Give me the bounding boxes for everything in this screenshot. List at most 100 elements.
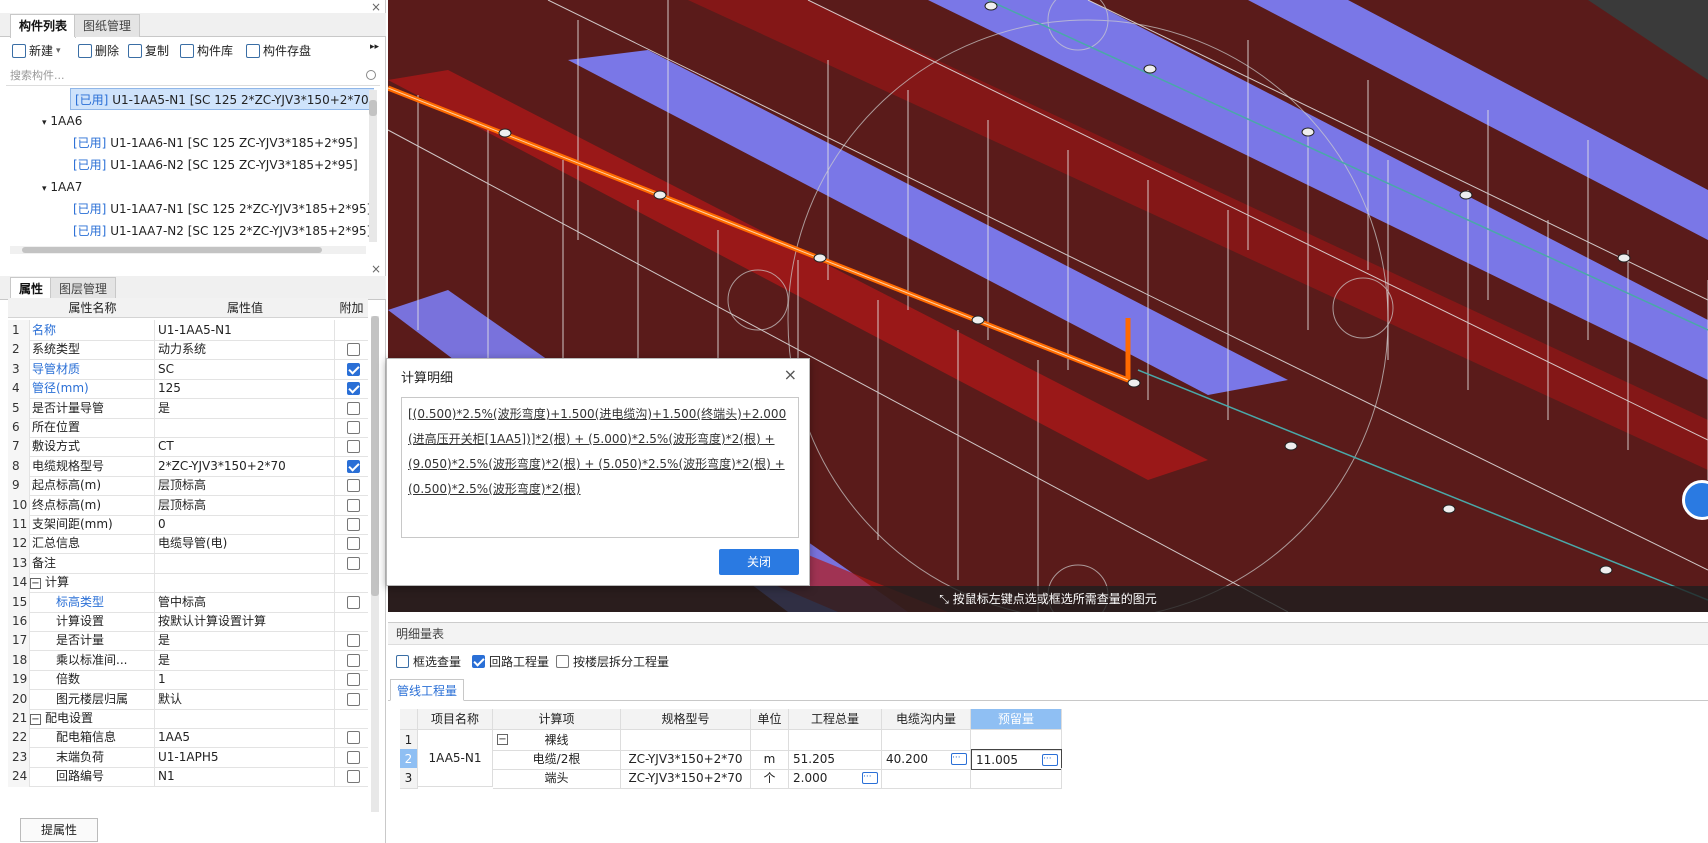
property-value[interactable]: 动力系统 [155,339,335,361]
checkbox-unchecked[interactable] [347,634,360,648]
table-cell[interactable]: 1AA5-N1 [418,730,493,787]
checkbox-checked[interactable] [347,382,360,396]
property-row[interactable]: 24 回路编号 N1 [8,766,368,788]
property-row[interactable]: 4 管径(mm) 125 [8,378,368,400]
table-cell[interactable] [621,730,751,751]
loop-quantity-checkbox[interactable]: 回路工程量 [472,653,549,670]
table-cell[interactable] [882,730,971,751]
property-value[interactable] [155,708,335,729]
table-cell[interactable]: m [751,749,789,770]
checkbox-unchecked[interactable] [556,655,569,668]
expand-icon[interactable]: ▾ [42,118,47,128]
checkbox-unchecked[interactable] [347,518,360,531]
checkbox-checked[interactable] [347,459,360,473]
properties-scrollbar[interactable] [371,316,379,812]
property-value[interactable]: 0 [155,514,335,535]
property-row[interactable]: 12 汇总信息 电缆导管(电) [8,533,368,555]
checkbox-unchecked[interactable] [347,673,360,687]
table-cell[interactable]: 40.200 ··· [882,749,971,770]
component-library-button[interactable]: 构件库 [180,42,233,59]
checkbox-unchecked[interactable] [347,556,360,570]
checkbox-unchecked[interactable] [347,692,360,706]
checkbox-unchecked[interactable] [347,343,360,357]
delete-button[interactable]: 删除 [78,42,119,59]
tree-vertical-scrollbar[interactable] [369,90,377,242]
component-save-button[interactable]: 构件存盘 [246,42,311,59]
tree-item-1aa6-n2[interactable]: [已用] U1-1AA6-N2 [SC 125 ZC-YJV3*185+2*95… [73,154,358,176]
table-cell[interactable] [882,768,971,789]
collapse-icon[interactable]: − [30,714,41,725]
collapse-icon[interactable]: − [497,734,508,745]
property-row[interactable]: 19 倍数 1 [8,669,368,691]
checkbox-unchecked[interactable] [347,401,360,415]
checkbox-unchecked[interactable] [347,750,360,764]
table-cell[interactable]: 11.005 ··· [971,749,1062,770]
property-value[interactable]: 1 [155,669,335,691]
property-value[interactable]: 是 [155,649,335,671]
extract-properties-button[interactable]: 提属性 [20,818,98,842]
close-icon[interactable]: × [371,0,381,14]
property-value[interactable]: 管中标高 [155,591,335,613]
table-cell[interactable] [971,768,1062,789]
property-value[interactable]: 按默认计算设置计算 [155,611,335,632]
table-cell[interactable]: 51.205 [789,749,882,770]
property-row[interactable]: 11 支架间距(mm) 0 [8,514,368,535]
table-cell[interactable]: ZC-YJV3*150+2*70 [621,749,751,770]
scroll-thumb[interactable] [369,100,377,116]
tab-pipeline-quantity[interactable]: 管线工程量 [390,679,465,701]
table-cell[interactable] [789,730,882,751]
property-row[interactable]: 23 末端负荷 U1-1APH5 [8,746,368,768]
property-value[interactable]: 1AA5 [155,727,335,749]
checkbox-unchecked[interactable] [347,421,360,434]
property-row[interactable]: 14− 计算 [8,572,368,594]
checkbox-unchecked[interactable] [347,537,360,551]
table-cell[interactable]: 端头 [493,768,621,789]
property-row[interactable]: 2 系统类型 动力系统 [8,339,368,361]
property-value[interactable]: 125 [155,378,335,400]
property-row[interactable]: 3 导管材质 SC [8,358,368,380]
property-value[interactable]: 是 [155,630,335,652]
property-value[interactable]: 默认 [155,688,335,710]
tab-component-list[interactable]: 构件列表 [10,14,77,38]
property-row[interactable]: 10 终点标高(m) 层顶标高 [8,494,368,516]
copy-button[interactable]: 复制 [128,42,169,59]
property-value[interactable]: 2*ZC-YJV3*150+2*70 [155,455,335,477]
table-cell[interactable]: 个 [751,768,789,789]
more-icon[interactable]: ▸▸ [370,42,379,52]
floor-split-checkbox[interactable]: 按楼层拆分工程量 [556,653,669,670]
property-row[interactable]: 7 敷设方式 CT [8,436,368,458]
table-cell[interactable]: 2.000 ··· [789,768,882,789]
property-value[interactable] [155,552,335,574]
table-cell[interactable]: − 裸线 [493,730,621,751]
table-cell[interactable]: 电缆/2根 [493,749,621,770]
property-value[interactable]: U1-1AA5-N1 [155,320,335,341]
checkbox-unchecked[interactable] [347,479,360,493]
expand-icon[interactable]: ▾ [42,184,47,194]
checkbox-checked[interactable] [472,655,485,668]
property-value[interactable]: 层顶标高 [155,494,335,516]
property-row[interactable]: 5 是否计量导管 是 [8,397,368,419]
property-row[interactable]: 21− 配电设置 [8,708,368,729]
more-options-icon[interactable]: ··· [1042,754,1058,766]
property-value[interactable]: 是 [155,397,335,419]
property-row[interactable]: 15 标高类型 管中标高 [8,591,368,613]
property-value[interactable]: SC [155,358,335,380]
checkbox-unchecked[interactable] [347,731,360,745]
close-icon[interactable]: × [784,365,797,384]
more-options-icon[interactable]: ··· [862,772,878,784]
checkbox-unchecked[interactable] [347,770,360,784]
close-button[interactable]: 关闭 [719,549,799,575]
property-row[interactable]: 1 名称 U1-1AA5-N1 [8,320,368,341]
property-value[interactable] [155,417,335,438]
tree-item-1aa7-n2[interactable]: [已用] U1-1AA7-N2 [SC 125 2*ZC-YJV3*185+2*… [73,220,371,242]
tree-group-1aa6[interactable]: ▾ 1AA6 [42,110,82,132]
property-row[interactable]: 16 计算设置 按默认计算设置计算 [8,611,368,632]
new-button[interactable]: 新建 ▾ [12,42,61,59]
table-cell[interactable]: ZC-YJV3*150+2*70 [621,768,751,789]
property-row[interactable]: 20 图元楼层归属 默认 [8,688,368,710]
scroll-thumb[interactable] [22,247,322,253]
property-value[interactable]: 电缆导管(电) [155,533,335,555]
checkbox-unchecked[interactable] [347,498,360,512]
search-input[interactable]: 搜索构件... [6,66,380,86]
property-row[interactable]: 18 乘以标准间... 是 [8,649,368,671]
